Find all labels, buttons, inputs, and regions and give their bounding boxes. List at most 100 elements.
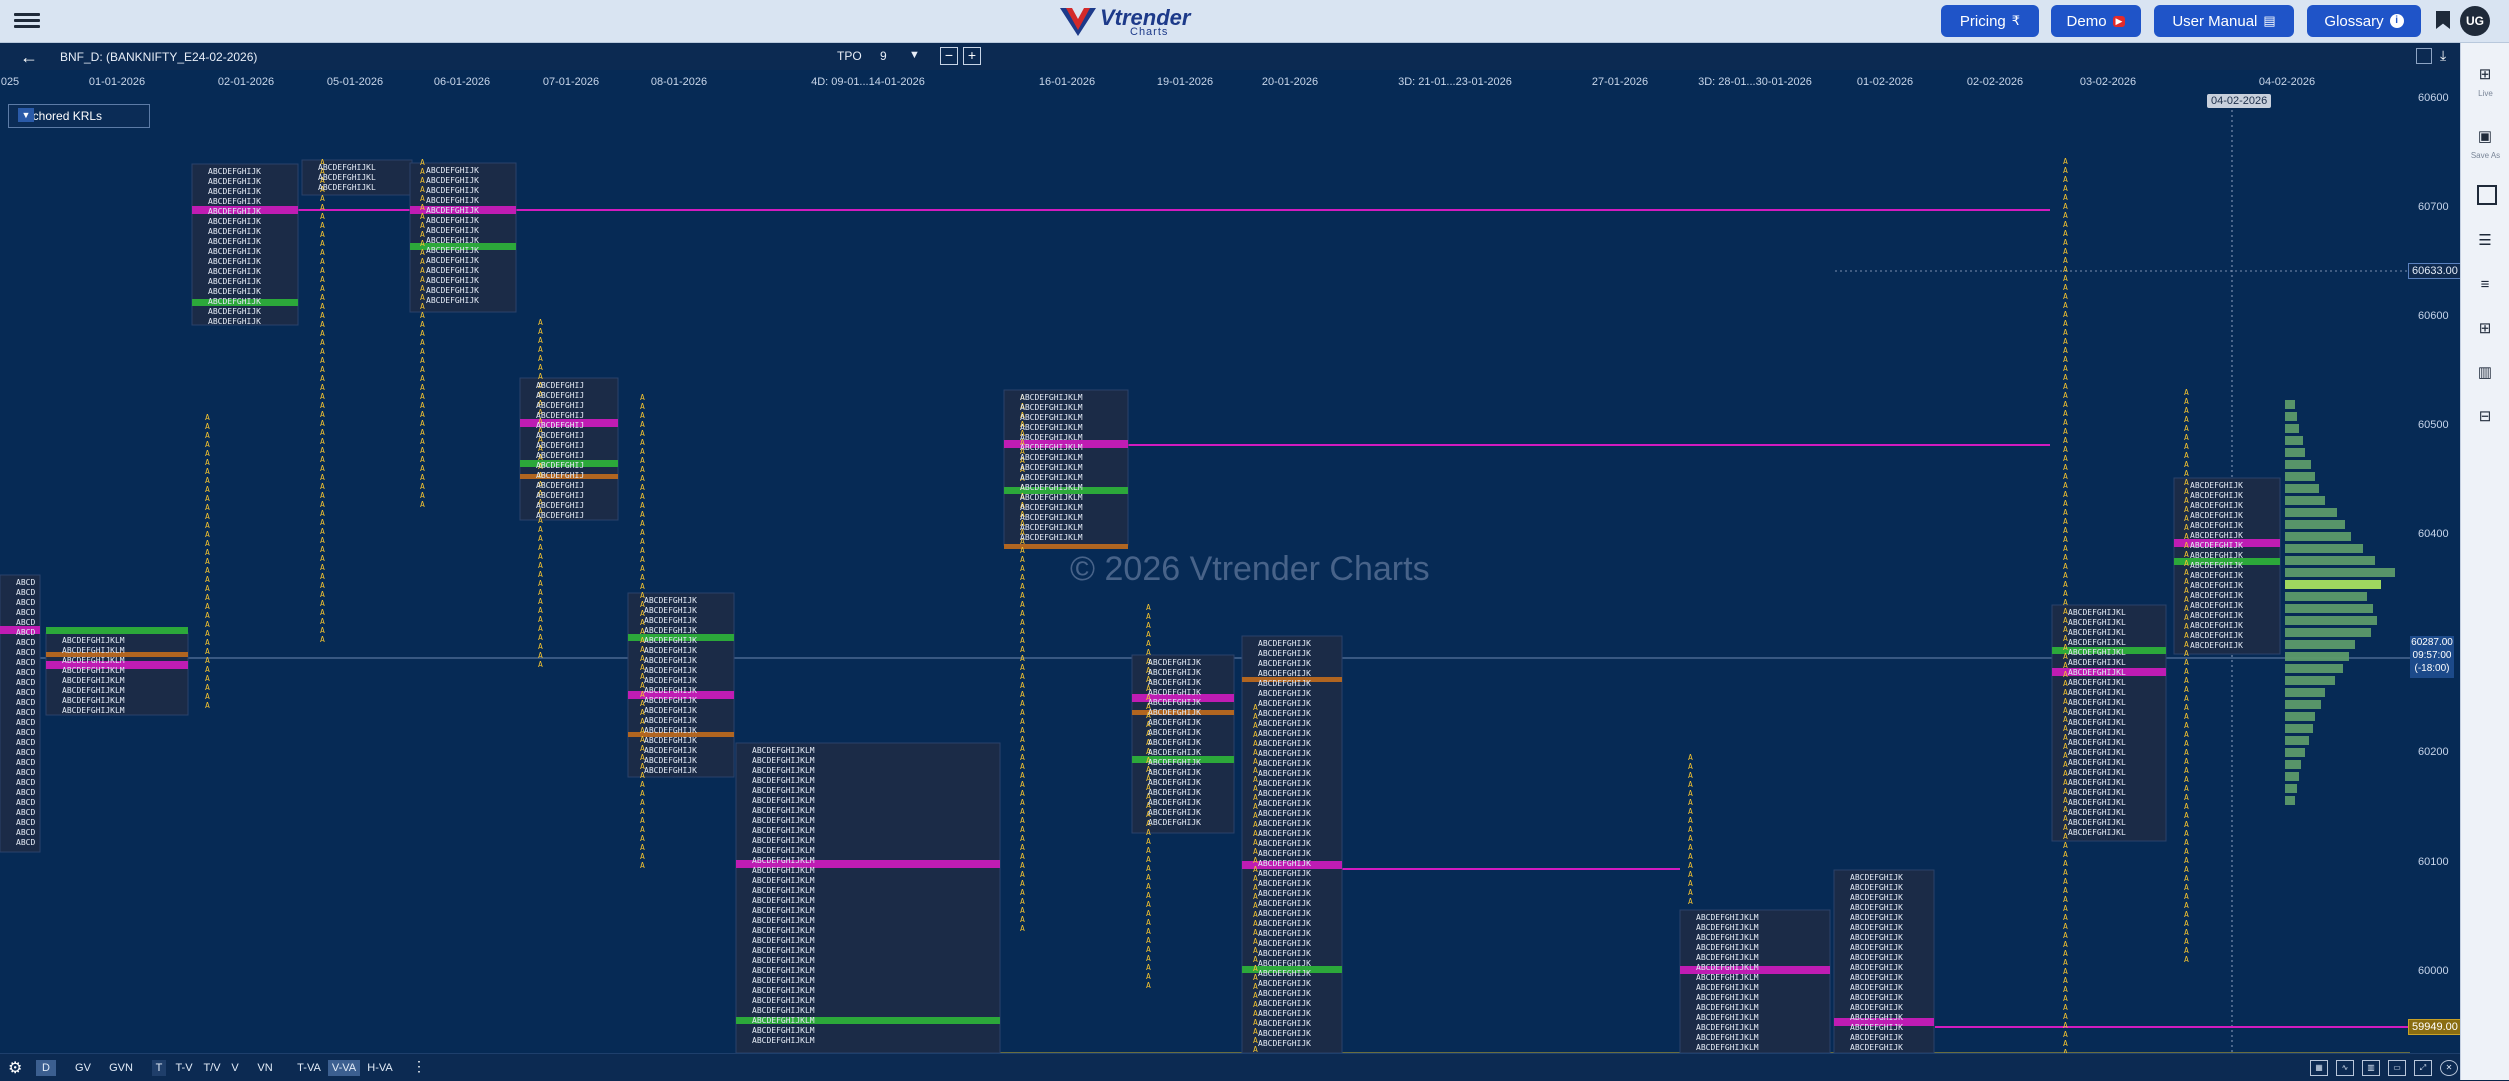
tpo-row: ABCDEFGHIJK bbox=[1258, 799, 1311, 808]
tab-d[interactable]: D bbox=[36, 1060, 56, 1076]
tpo-letter: A bbox=[320, 266, 325, 275]
export-icon[interactable]: ⤓ bbox=[2440, 47, 2446, 64]
tpo-row: ABCDEFGHIJKLM bbox=[1020, 473, 1083, 482]
bottom-toolbar: ⚙ D GV GVN T T-V T/V V VN T-VA V-VA H-VA… bbox=[0, 1053, 2460, 1081]
tpo-letter: A bbox=[538, 534, 543, 543]
chevron-down-icon[interactable]: ▼ bbox=[909, 49, 920, 61]
add-chart-icon[interactable]: ⊞ bbox=[2473, 63, 2497, 87]
tab-t-va[interactable]: T-VA bbox=[294, 1060, 324, 1076]
tpo-letter: A bbox=[2184, 919, 2189, 928]
avatar[interactable]: UG bbox=[2460, 6, 2490, 36]
tpo-letter: A bbox=[1146, 639, 1151, 648]
tpo-decrease-button[interactable]: − bbox=[940, 47, 958, 65]
demo-label: Demo bbox=[2066, 12, 2107, 30]
tpo-row: ABCDEFGHIJK bbox=[208, 207, 261, 216]
tpo-row: ABCDEFGHIJK bbox=[1258, 659, 1311, 668]
tpo-increase-button[interactable]: + bbox=[963, 47, 981, 65]
tpo-row: ABCDEFGHIJKLM bbox=[752, 1036, 815, 1045]
tpo-row: ABCDEFGHIJK bbox=[2190, 571, 2243, 580]
fullscreen-icon[interactable]: ⤢ bbox=[2414, 1060, 2432, 1076]
tpo-row: ABCDEFGHIJKLM bbox=[62, 656, 125, 665]
tpo-row: ABCDEFGHIJKLM bbox=[752, 876, 815, 885]
tpo-row: ABCDEFGHIJKL bbox=[318, 173, 376, 182]
tpo-row: ABCDEFGHIJK bbox=[1850, 933, 1903, 942]
hamburger-menu-icon[interactable] bbox=[14, 10, 40, 32]
tpo-row: ABCDEFGHIJK bbox=[426, 286, 479, 295]
tpo-letter: A bbox=[2063, 958, 2068, 967]
tpo-letter: A bbox=[320, 527, 325, 536]
tab-t[interactable]: T bbox=[152, 1060, 166, 1076]
tpo-letter: A bbox=[2184, 559, 2189, 568]
hover-date-label: 04-02-2026 bbox=[2207, 94, 2272, 108]
tpo-letter: A bbox=[420, 275, 425, 284]
tpo-letter: A bbox=[2063, 922, 2068, 931]
save-icon[interactable]: ▣ bbox=[2473, 125, 2497, 149]
tpo-letter: A bbox=[2063, 553, 2068, 562]
tab-h-va[interactable]: H-VA bbox=[364, 1060, 396, 1076]
columns-layout-icon[interactable]: ▥ bbox=[2473, 361, 2497, 385]
more-vertical-icon[interactable]: ⋮ bbox=[412, 1058, 426, 1075]
rows-layout-icon[interactable]: ≡ bbox=[2473, 273, 2497, 297]
tpo-letter: A bbox=[2063, 364, 2068, 373]
tpo-letter: A bbox=[2063, 490, 2068, 499]
tpo-letter: A bbox=[2184, 667, 2189, 676]
candle-view-icon[interactable]: ▥ bbox=[2362, 1060, 2380, 1076]
tiles-layout-icon[interactable]: ⊟ bbox=[2473, 405, 2497, 429]
tpo-row: ABCDEFGHIJK bbox=[2190, 641, 2243, 650]
tpo-row: ABCDEFGHIJK bbox=[208, 217, 261, 226]
tpo-row: ABCDEFGHIJKL bbox=[2068, 818, 2126, 827]
save-chart-icon[interactable] bbox=[2416, 48, 2432, 64]
line-chart-icon[interactable]: ∿ bbox=[2336, 1060, 2354, 1076]
live-label: Live bbox=[2478, 89, 2493, 98]
vtrender-logo[interactable]: Vtrender Charts bbox=[1058, 2, 1190, 40]
volume-bar bbox=[2285, 724, 2313, 733]
table-view-icon[interactable]: ▦ bbox=[2310, 1060, 2328, 1076]
tpo-row: ABCD bbox=[16, 808, 35, 817]
close-icon[interactable]: ✕ bbox=[2440, 1060, 2458, 1076]
anchored-krls-dropdown[interactable]: Anchored KRLs ▼ bbox=[8, 104, 150, 128]
chevron-down-icon[interactable]: ▼ bbox=[18, 108, 34, 122]
logo-sub: Charts bbox=[1130, 26, 1169, 38]
tab-gvn[interactable]: GVN bbox=[106, 1060, 136, 1076]
bookmark-icon[interactable] bbox=[2436, 11, 2450, 29]
tpo-letter: A bbox=[1020, 825, 1025, 834]
date-axis-label: 06-01-2026 bbox=[433, 76, 491, 88]
settings-gear-icon[interactable]: ⚙ bbox=[8, 1058, 22, 1078]
tab-vn[interactable]: VN bbox=[254, 1060, 276, 1076]
tpo-row: ABCDEFGHIJK bbox=[2190, 621, 2243, 630]
tab-v-va[interactable]: V-VA bbox=[328, 1060, 360, 1076]
tpo-letter: A bbox=[1146, 891, 1151, 900]
tpo-letter: A bbox=[320, 482, 325, 491]
tpo-letter: A bbox=[640, 420, 645, 429]
list-layout-icon[interactable]: ☰ bbox=[2473, 229, 2497, 253]
tpo-size-select[interactable]: 9 bbox=[880, 49, 887, 63]
tpo-letter: A bbox=[2184, 604, 2189, 613]
tpo-letter: A bbox=[1146, 909, 1151, 918]
tpo-letter: A bbox=[2063, 1030, 2068, 1039]
date-axis-label: 08-01-2026 bbox=[650, 76, 708, 88]
tpo-row: ABCDEFGHIJK bbox=[1258, 699, 1311, 708]
window-icon[interactable]: ▭ bbox=[2388, 1060, 2406, 1076]
tpo-row: ABCDEFGHIJK bbox=[2190, 551, 2243, 560]
pricing-button[interactable]: Pricing ₹ bbox=[1941, 5, 2039, 37]
grid-layout-icon[interactable]: ⊞ bbox=[2473, 317, 2497, 341]
tab-t-slash-v[interactable]: T/V bbox=[200, 1060, 224, 1076]
back-arrow-icon[interactable]: ← bbox=[20, 47, 38, 68]
tab-t-v[interactable]: T-V bbox=[172, 1060, 196, 1076]
tpo-row: ABCDEFGHIJK bbox=[1258, 839, 1311, 848]
tab-gv[interactable]: GV bbox=[72, 1060, 94, 1076]
glossary-label: Glossary bbox=[2324, 12, 2384, 30]
tpo-row: ABCDEFGHIJKLM bbox=[752, 766, 815, 775]
tpo-letter: A bbox=[420, 320, 425, 329]
tpo-letter: A bbox=[205, 422, 210, 431]
tpo-row: ABCDEFGHIJKL bbox=[2068, 708, 2126, 717]
tpo-row: ABCDEFGHIJK bbox=[1258, 679, 1311, 688]
tpo-letter: A bbox=[640, 519, 645, 528]
single-layout-icon[interactable] bbox=[2477, 185, 2497, 205]
user-manual-button[interactable]: User Manual ▤ bbox=[2154, 5, 2294, 37]
tab-v[interactable]: V bbox=[228, 1060, 242, 1076]
demo-button[interactable]: Demo ▶ bbox=[2051, 5, 2141, 37]
tpo-letter: A bbox=[320, 617, 325, 626]
tpo-letter: A bbox=[2063, 904, 2068, 913]
glossary-button[interactable]: Glossary i bbox=[2307, 5, 2421, 37]
